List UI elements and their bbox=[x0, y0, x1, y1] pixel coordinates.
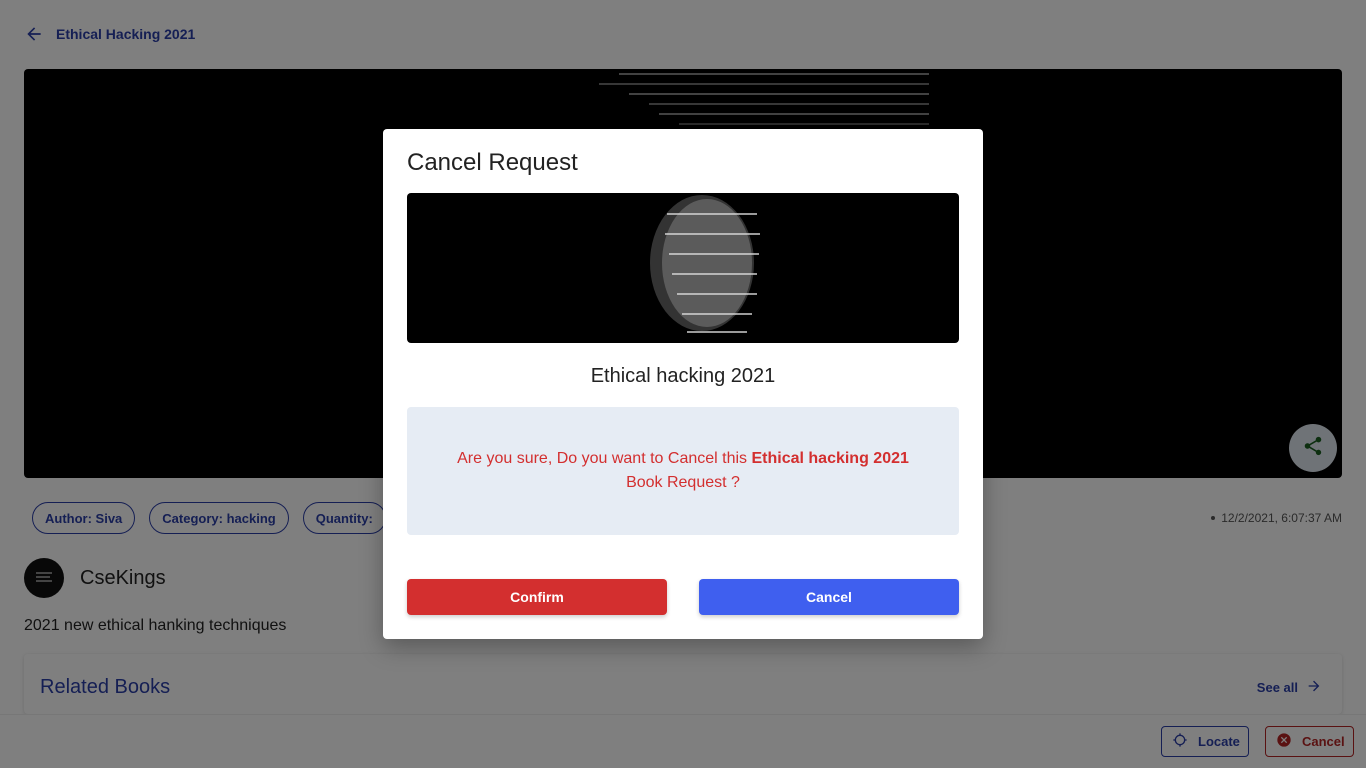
dialog-cancel-button[interactable]: Cancel bbox=[699, 579, 959, 615]
confirmation-message-box: Are you sure, Do you want to Cancel this… bbox=[407, 407, 959, 535]
dialog-book-image bbox=[407, 193, 959, 343]
message-book-name: Ethical hacking 2021 bbox=[751, 450, 909, 467]
cancel-request-dialog: Cancel Request Ethical hacking 2021 Are … bbox=[383, 129, 983, 639]
confirm-button[interactable]: Confirm bbox=[407, 579, 667, 615]
confirmation-message: Are you sure, Do you want to Cancel this… bbox=[447, 447, 919, 495]
dialog-book-title: Ethical hacking 2021 bbox=[590, 365, 776, 387]
dialog-title: Cancel Request bbox=[407, 149, 578, 176]
message-prefix: Are you sure, Do you want to Cancel this bbox=[457, 450, 752, 467]
message-suffix: Book Request ? bbox=[626, 474, 740, 491]
dialog-book-art bbox=[650, 195, 760, 333]
